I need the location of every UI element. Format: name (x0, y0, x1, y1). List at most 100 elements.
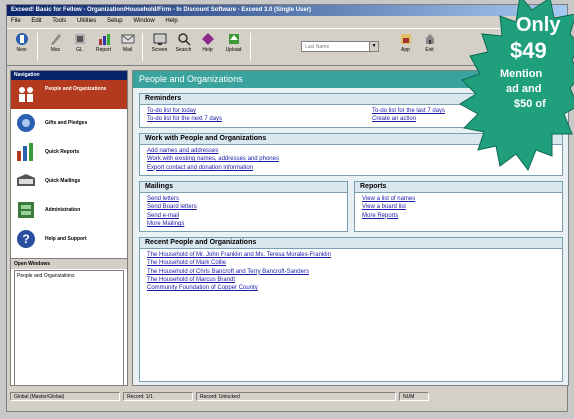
gifts-icon (17, 114, 35, 132)
send-letters-link[interactable]: Send letters (140, 195, 197, 203)
recent-section: Recent People and Organizations The Hous… (139, 237, 563, 382)
window-title: Exceed! Basic for Fellow - Organization/… (11, 7, 312, 13)
search-label: Search (175, 47, 192, 53)
promo-line5: $50 of (514, 98, 546, 110)
app-icon (400, 34, 411, 44)
app-label: App (401, 47, 410, 53)
gl-button[interactable]: GL (69, 32, 90, 64)
menu-file[interactable]: File (11, 18, 21, 24)
help-label: Help (202, 47, 213, 53)
gl-icon (74, 34, 85, 44)
recent-item[interactable]: The Household of Mr. John Franklin and M… (140, 251, 331, 259)
search-button[interactable]: Search (173, 32, 194, 64)
existing-names-link[interactable]: Work with existing names, addresses and … (140, 155, 279, 163)
recent-item[interactable]: The Household of Marcus Brandt (140, 276, 331, 284)
recent-item[interactable]: The Household of Chris Bancroft and Terr… (140, 268, 331, 276)
upload-label: Upload (225, 47, 242, 53)
todo-today-link[interactable]: To-do list for today (140, 107, 350, 115)
new-label: New (16, 47, 27, 53)
svg-text:?: ? (22, 232, 29, 246)
mail-icon (121, 34, 134, 44)
open-windows-header: Open Windows (11, 258, 127, 269)
nav-item-label: Help and Support (45, 236, 87, 242)
open-windows-panel: Open Windows People and Organizations (11, 258, 127, 387)
nav-item-label: Gifts and Pledges (45, 120, 88, 126)
promo-burst: Only $49 Mention ad and $50 of (440, 0, 574, 194)
toolbar-separator (142, 33, 143, 61)
send-board-letters-link[interactable]: Send Board letters (140, 203, 197, 211)
menu-help[interactable]: Help (165, 18, 177, 24)
help-icon: ? (17, 230, 35, 248)
menu-window[interactable]: Window (133, 18, 154, 24)
navigation-panel: Navigation People and Organizations Gift… (10, 70, 128, 386)
todo-next7-link[interactable]: To-do list for the next 7 days (140, 115, 350, 123)
screen-label: Screen (151, 47, 168, 53)
screen-button[interactable]: Screen (149, 32, 170, 64)
nav-item-label: Quick Mailings (45, 178, 81, 184)
people-icon (16, 84, 36, 104)
mail-label: Mail (122, 47, 133, 53)
nav-item-help[interactable]: ? Help and Support (11, 225, 127, 254)
nav-item-gifts[interactable]: Gifts and Pledges (11, 109, 127, 138)
view-names-link[interactable]: View a list of names (355, 195, 415, 203)
new-icon (15, 33, 28, 45)
mailings-icon (17, 174, 35, 186)
app-button[interactable]: App (395, 32, 416, 64)
mailings-section: Mailings Send letters Send Board letters… (139, 181, 348, 232)
nav-item-label: Quick Reports (45, 149, 80, 155)
recent-item[interactable]: Community Foundation of Copper County (140, 284, 331, 292)
promo-line2: $49 (510, 38, 547, 63)
nav-item-reports[interactable]: Quick Reports (11, 138, 127, 167)
chevron-down-icon[interactable]: ▼ (369, 42, 378, 51)
exit-icon (425, 34, 434, 44)
status-record: Record: 1/1 (123, 392, 193, 401)
status-bar: Global (Master/Global) Record: 1/1 Recor… (7, 390, 567, 403)
export-contact-link[interactable]: Export contact and donation information (140, 164, 279, 172)
report-icon (98, 34, 110, 45)
mailings-header: Mailings (140, 182, 347, 193)
administration-icon (18, 202, 34, 218)
nav-item-administration[interactable]: Administration (11, 196, 127, 225)
help-button[interactable]: Help (197, 32, 218, 64)
exit-label: Exit (425, 47, 434, 53)
screen-icon (153, 33, 166, 45)
lastname-combo[interactable]: Last Name ▼ (301, 41, 379, 52)
more-reports-link[interactable]: More Reports (355, 212, 415, 220)
gl-label: GL (76, 47, 83, 53)
send-email-link[interactable]: Send e-mail (140, 212, 197, 220)
menu-edit[interactable]: Edit (31, 18, 41, 24)
status-database: Global (Master/Global) (10, 392, 120, 401)
nav-item-label: People and Organizations (45, 86, 107, 92)
exit-button[interactable]: Exit (419, 32, 440, 64)
combo-value: Last Name (305, 44, 330, 50)
upload-button[interactable]: Upload (223, 32, 244, 64)
help-icon (201, 33, 214, 45)
recent-header: Recent People and Organizations (140, 238, 562, 249)
status-num: NUM (399, 392, 429, 401)
upload-icon (228, 34, 239, 44)
toolbar-separator (37, 33, 38, 61)
nav-item-label: Administration (45, 207, 81, 213)
report-label: Report (95, 47, 111, 53)
toolbar-separator (250, 33, 251, 61)
nav-item-mailings[interactable]: Quick Mailings (11, 167, 127, 196)
menu-tools[interactable]: Tools (52, 18, 66, 24)
report-button[interactable]: Report (93, 32, 114, 64)
open-window-item[interactable]: People and Organizations (17, 273, 121, 279)
promo-line3: Mention (500, 68, 543, 80)
recent-item[interactable]: The Household of Mark Collie (140, 259, 331, 267)
promo-line4: ad and (506, 83, 542, 95)
add-names-link[interactable]: Add names and addresses (140, 147, 279, 155)
nav-item-people[interactable]: People and Organizations (11, 80, 127, 109)
more-mailings-link[interactable]: More Mailings (140, 220, 197, 228)
open-windows-list: People and Organizations (14, 270, 124, 386)
search-icon (177, 33, 191, 46)
menu-utilities[interactable]: Utilities (77, 18, 96, 24)
mail-button[interactable]: Mail (117, 32, 138, 64)
reports-icon (17, 143, 33, 161)
menu-setup[interactable]: Setup (107, 18, 123, 24)
mac-button[interactable]: Mac (45, 32, 66, 64)
new-button[interactable]: New (11, 32, 32, 64)
mac-label: Mac (50, 47, 61, 53)
view-board-list-link[interactable]: View a board list (355, 203, 415, 211)
